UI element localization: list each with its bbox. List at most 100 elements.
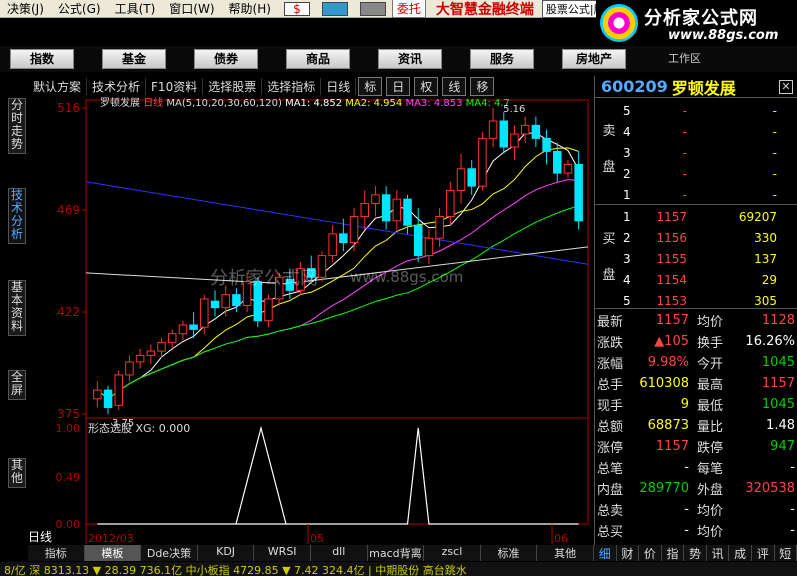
market-ticker[interactable]: 8/亿 深 8313.13 ▼ 28.39 736.1亿 中小板指 4729.8… [0, 562, 797, 576]
category-service-button[interactable]: 服务 [470, 49, 534, 69]
toolbar-select-indicator[interactable]: 选择指标 [262, 77, 322, 95]
candle-body [114, 374, 123, 406]
stat-row: 总买 - 均价 - [595, 520, 797, 541]
stat-key-2: 最低 [697, 399, 724, 414]
period-label[interactable]: 日线 [28, 528, 52, 545]
sell-level-4[interactable]: 4 - - [623, 121, 793, 142]
stat-row: 总笔 - 每笔 - [595, 457, 797, 478]
dollar-icon[interactable]: $ [283, 1, 310, 16]
stat-value: 1157 [655, 313, 689, 328]
toolbar-period[interactable]: 日线 [321, 77, 357, 95]
stat-key: 涨幅 [597, 357, 624, 372]
quote-tabs: 细财价指势讯成评短 [594, 545, 797, 561]
toolbar-line-button[interactable]: 线 [442, 76, 467, 96]
level-price: 1156 [656, 230, 687, 245]
side-tab-other[interactable]: 其他 [8, 458, 26, 488]
quote-tab[interactable]: 细 [594, 545, 617, 561]
side-tab-technical[interactable]: 技术分析 [8, 188, 26, 244]
menu-item-window[interactable]: 窗口(W) [162, 0, 221, 17]
bottom-tab-zscl[interactable]: zscl [424, 545, 481, 561]
menu-item-formula[interactable]: 公式(G) [51, 0, 108, 17]
stat-key: 涨停 [597, 441, 624, 456]
toolbar-mark-button[interactable]: 标 [358, 76, 383, 96]
stat-row: 内盘 289770 外盘 320538 [595, 478, 797, 499]
toolbar-default-scheme[interactable]: 默认方案 [28, 77, 88, 95]
workarea-label[interactable]: 工作区 [668, 50, 701, 66]
stat-key-2: 外盘 [697, 483, 724, 498]
side-tabs: 分时走势 技术分析 基本资料 全屏 其他 [0, 94, 28, 544]
buy-level-4[interactable]: 4 1154 29 [623, 269, 793, 290]
category-realestate-button[interactable]: 房地产 [562, 49, 626, 69]
menu-item-help[interactable]: 帮助(H) [222, 0, 278, 17]
stat-key: 总手 [597, 378, 624, 393]
category-bond-button[interactable]: 债券 [194, 49, 258, 69]
buy-label: 买盘 [602, 232, 616, 283]
category-fund-button[interactable]: 基金 [102, 49, 166, 69]
candle-body [413, 224, 423, 257]
y-tick-label: 422 [57, 305, 80, 319]
menu-item-trade[interactable]: 委托 [391, 0, 426, 18]
close-icon[interactable]: ✕ [779, 79, 793, 94]
quote-tab[interactable]: 财 [617, 545, 640, 561]
indicator-y-label: 0.00 [56, 518, 81, 531]
grid-toolbar-icon[interactable] [359, 1, 386, 16]
level-number: 1 [623, 209, 631, 224]
bottom-tab-indicator[interactable]: 指标 [28, 545, 85, 561]
toolbar-select-stock[interactable]: 选择股票 [203, 77, 263, 95]
toolbar-move-button[interactable]: 移 [470, 76, 495, 96]
sell-level-3[interactable]: 3 - - [623, 142, 793, 163]
bottom-tab-template[interactable]: 模板 [84, 545, 142, 561]
level-price: 1157 [656, 209, 687, 224]
bottom-tab-macd[interactable]: macd背离 [368, 545, 425, 561]
level-volume: 69207 [738, 209, 777, 224]
y-tick-label: 469 [57, 203, 80, 217]
stat-key-2: 今开 [697, 357, 724, 372]
stat-value-2: - [790, 460, 795, 475]
category-news-button[interactable]: 资讯 [378, 49, 442, 69]
sell-level-2[interactable]: 2 - - [623, 163, 793, 184]
stat-value-2: 320538 [745, 481, 795, 496]
quote-tab[interactable]: 评 [752, 545, 775, 561]
menu-item-tools[interactable]: 工具(T) [108, 0, 163, 17]
bottom-tab-kdj[interactable]: KDJ [198, 545, 255, 561]
quote-tab[interactable]: 价 [639, 545, 662, 561]
toolbar-tech-analysis[interactable]: 技术分析 [87, 77, 147, 95]
quote-tab[interactable]: 短 [775, 545, 797, 561]
quote-tab[interactable]: 讯 [707, 545, 730, 561]
bottom-tab-dde[interactable]: Dde决策 [141, 545, 198, 561]
quote-tab[interactable]: 势 [684, 545, 707, 561]
candle-body [349, 216, 359, 244]
candle-body [488, 120, 498, 139]
buy-level-3[interactable]: 3 1155 137 [623, 248, 793, 269]
bottom-tab-standard[interactable]: 标准 [481, 545, 538, 561]
level-volume: - [772, 145, 777, 160]
toolbar-right-button[interactable]: 权 [414, 76, 439, 96]
side-tab-fullscreen[interactable]: 全屏 [8, 370, 26, 400]
quote-tab[interactable]: 指 [662, 545, 685, 561]
toolbar-f10[interactable]: F10资料 [146, 77, 204, 95]
level-price: 1154 [656, 272, 687, 287]
category-index-button[interactable]: 指数 [10, 49, 74, 69]
stat-key-2: 量比 [697, 420, 724, 435]
candle-body [446, 189, 455, 218]
menu-item-decision[interactable]: 决策(J) [0, 0, 51, 17]
level-volume: - [772, 187, 777, 202]
candle-body [520, 124, 530, 135]
stat-key-2: 最高 [697, 378, 724, 393]
category-commodity-button[interactable]: 商品 [286, 49, 350, 69]
bottom-tab-dll[interactable]: dll [311, 545, 368, 561]
bottom-tab-other[interactable]: 其他 [537, 545, 594, 561]
sell-label: 卖盘 [602, 124, 616, 175]
sell-level-5[interactable]: 5 - - [623, 100, 793, 121]
buy-level-1[interactable]: 1 1157 69207 [623, 206, 793, 227]
bottom-tab-wrsi[interactable]: WRSI [254, 545, 311, 561]
quote-tab[interactable]: 成 [729, 545, 752, 561]
side-tab-intraday[interactable]: 分时走势 [8, 98, 26, 154]
chart-toolbar-icon[interactable] [321, 1, 348, 16]
kline-chart[interactable]: 516 469 422 375 罗顿发展 日线 MA(5,10,20,30,60,120… [28, 96, 594, 544]
side-tab-fundamentals[interactable]: 基本资料 [8, 280, 26, 336]
buy-level-2[interactable]: 2 1156 330 [623, 227, 793, 248]
app-brand-title: 大智慧金融终端 [435, 1, 534, 18]
sell-level-1[interactable]: 1 - - [623, 184, 793, 205]
toolbar-day-button[interactable]: 日 [386, 76, 411, 96]
